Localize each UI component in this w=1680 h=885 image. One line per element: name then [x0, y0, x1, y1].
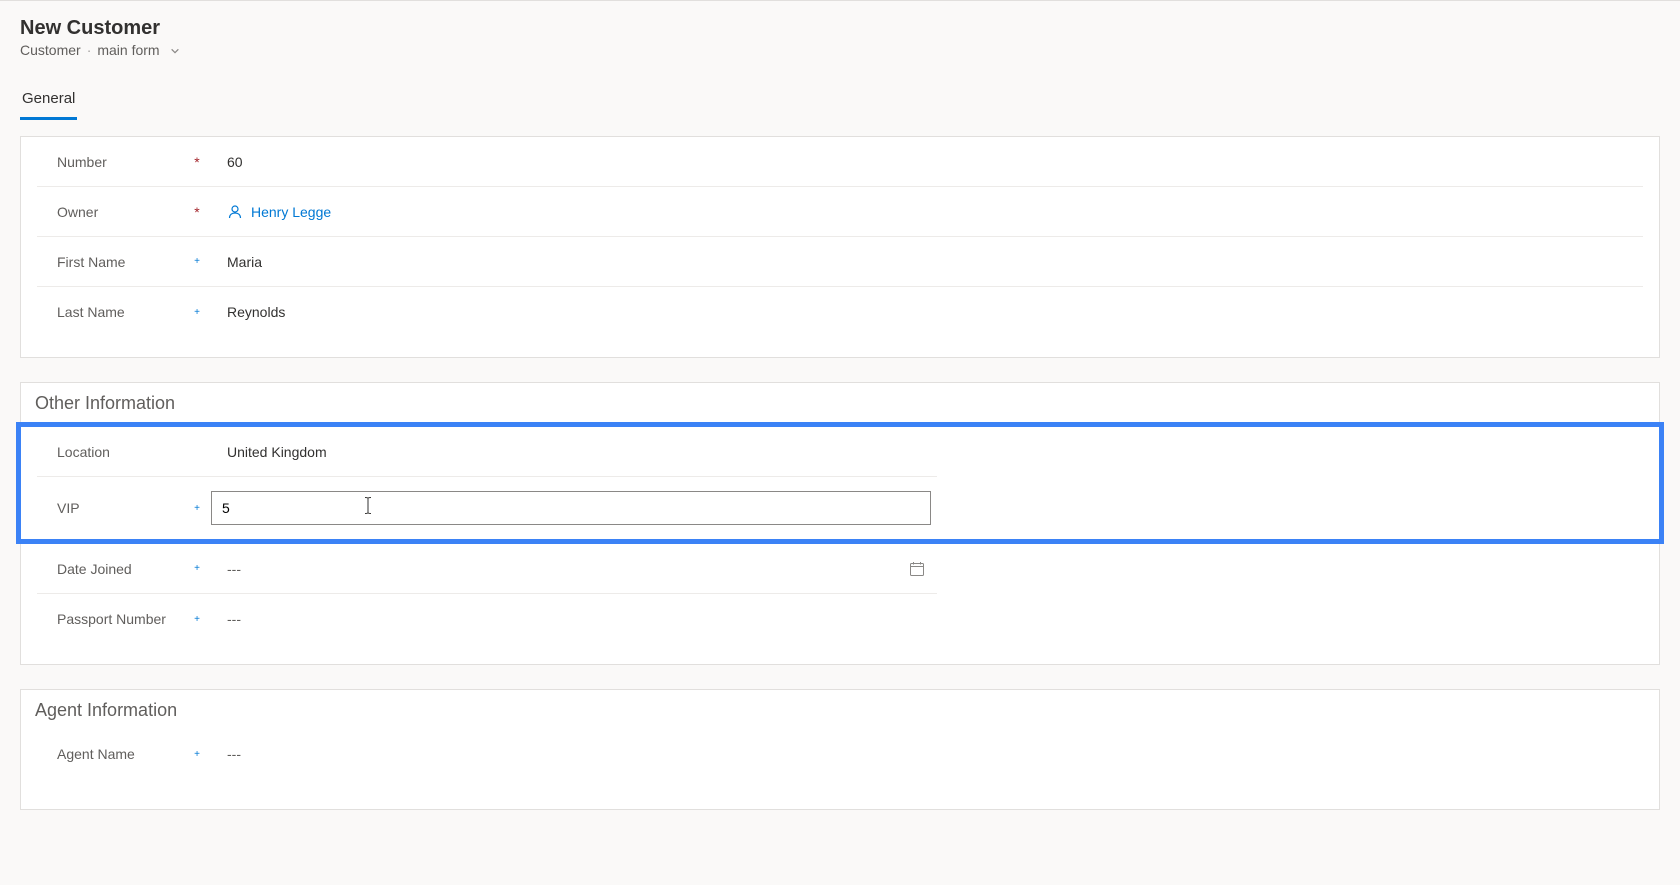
label-passport: Passport Number [37, 611, 187, 627]
label-last-name: Last Name [37, 304, 187, 320]
breadcrumb-separator: · [87, 42, 92, 58]
value-number[interactable]: 60 [207, 154, 1643, 170]
required-marker: * [187, 154, 207, 170]
field-row-passport[interactable]: Passport Number + --- [37, 594, 937, 644]
vip-input-container [207, 491, 937, 525]
label-first-name: First Name [37, 254, 187, 270]
value-agent-name[interactable]: --- [207, 746, 937, 762]
value-first-name[interactable]: Maria [207, 254, 1643, 270]
tabs-container: General [0, 84, 1680, 120]
label-owner: Owner [37, 204, 187, 220]
label-vip: VIP [37, 500, 187, 516]
calendar-icon[interactable] [909, 561, 925, 577]
recommended-marker: + [187, 256, 207, 267]
form-header: New Customer Customer · main form [0, 1, 1680, 66]
value-last-name[interactable]: Reynolds [207, 304, 1643, 320]
field-row-agent-name[interactable]: Agent Name + --- [37, 729, 937, 779]
field-row-date-joined[interactable]: Date Joined + --- [37, 544, 937, 594]
recommended-marker: + [187, 503, 207, 514]
highlight-annotation: Location United Kingdom VIP + [16, 422, 1664, 544]
page-title: New Customer [20, 17, 1660, 40]
person-icon [227, 204, 243, 220]
label-number: Number [37, 154, 187, 170]
field-row-vip[interactable]: VIP + [37, 477, 937, 539]
value-date-joined[interactable]: --- [207, 561, 937, 577]
breadcrumb-entity: Customer [20, 42, 81, 58]
required-marker: * [187, 204, 207, 220]
breadcrumb[interactable]: Customer · main form [20, 42, 1660, 58]
recommended-marker: + [187, 749, 207, 760]
field-row-owner[interactable]: Owner * Henry Legge [37, 187, 1643, 237]
recommended-marker: + [187, 563, 207, 574]
vip-input[interactable] [211, 491, 931, 525]
page-container: New Customer Customer · main form Genera… [0, 0, 1680, 810]
recommended-marker: + [187, 307, 207, 318]
field-row-first-name[interactable]: First Name + Maria [37, 237, 1643, 287]
chevron-down-icon[interactable] [170, 43, 180, 53]
value-owner[interactable]: Henry Legge [207, 204, 331, 220]
owner-name: Henry Legge [251, 204, 331, 220]
field-row-number[interactable]: Number * 60 [37, 137, 1643, 187]
label-date-joined: Date Joined [37, 561, 187, 577]
value-location[interactable]: United Kingdom [207, 444, 937, 460]
breadcrumb-form: main form [97, 42, 159, 58]
recommended-marker: + [187, 614, 207, 625]
section-title-other: Other Information [21, 383, 1659, 422]
section-agent-information: Agent Information Agent Name + --- [20, 689, 1660, 810]
label-agent-name: Agent Name [37, 746, 187, 762]
field-row-last-name[interactable]: Last Name + Reynolds [37, 287, 1643, 337]
tab-general[interactable]: General [20, 84, 77, 120]
field-row-location[interactable]: Location United Kingdom [37, 427, 937, 477]
section-title-agent: Agent Information [21, 690, 1659, 729]
label-location: Location [37, 444, 187, 460]
section-other-information: Other Information Location United Kingdo… [20, 382, 1660, 665]
value-passport[interactable]: --- [207, 611, 937, 627]
section-general: Number * 60 Owner * Henry Legge First Na… [20, 136, 1660, 358]
